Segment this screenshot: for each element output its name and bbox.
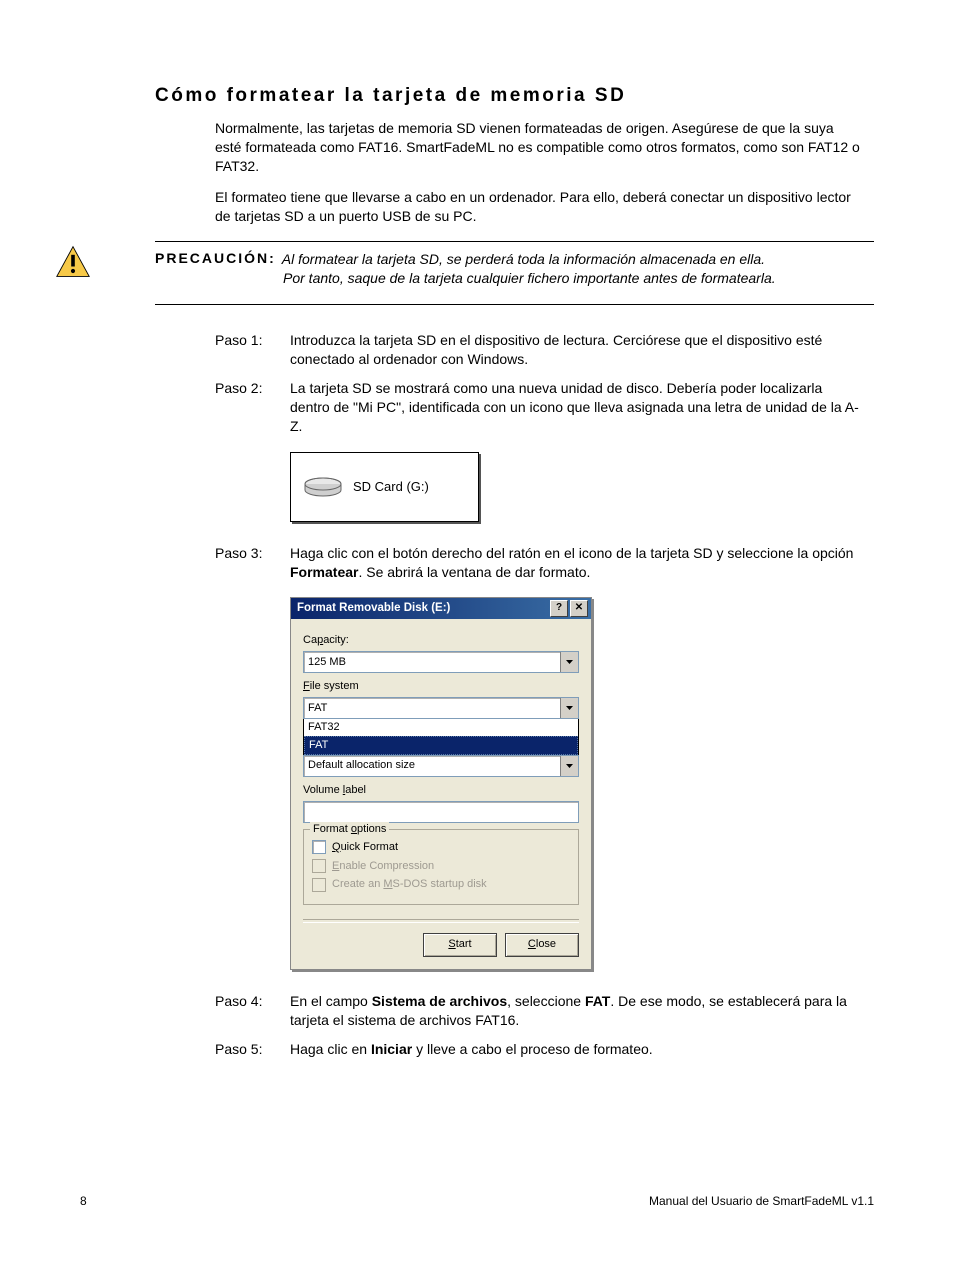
start-button[interactable]: Start	[423, 933, 497, 957]
dialog-separator	[303, 919, 579, 923]
step-3-label: Paso 3:	[215, 544, 290, 582]
step-2-text: La tarjeta SD se mostrará como una nueva…	[290, 379, 864, 436]
step-1-text: Introduzca la tarjeta SD en el dispositi…	[290, 331, 864, 369]
warning-icon	[55, 244, 91, 280]
filesystem-label: File system	[303, 679, 579, 694]
volume-label-input[interactable]	[303, 801, 579, 823]
step-3-text: Haga clic con el botón derecho del ratón…	[290, 544, 864, 582]
filesystem-dropdown-list[interactable]: FAT32 FAT	[303, 718, 579, 756]
capacity-combo[interactable]: 125 MB	[303, 651, 579, 673]
step-5-text: Haga clic en Iniciar y lleve a cabo el p…	[290, 1040, 864, 1059]
caution-rule-top	[155, 241, 874, 242]
sd-card-label: SD Card (G:)	[353, 478, 429, 496]
close-x-button[interactable]: ✕	[570, 600, 588, 617]
fs-option-fat32[interactable]: FAT32	[304, 719, 578, 736]
filesystem-value: FAT	[308, 701, 327, 716]
dropdown-arrow-icon[interactable]	[560, 756, 578, 776]
dropdown-arrow-icon[interactable]	[560, 698, 578, 718]
quick-format-checkbox[interactable]: Quick Format	[312, 840, 570, 855]
caution-text-2: Por tanto, saque de la tarjeta cualquier…	[283, 269, 864, 288]
step-4-label: Paso 4:	[215, 992, 290, 1030]
allocation-value: Default allocation size	[308, 758, 415, 773]
format-dialog: Format Removable Disk (E:) ? ✕ Capacity:…	[290, 597, 592, 970]
step-2-label: Paso 2:	[215, 379, 290, 436]
page-number: 8	[80, 1194, 87, 1208]
enable-compression-checkbox: Enable Compression	[312, 859, 570, 874]
capacity-label: Capacity:	[303, 633, 579, 648]
drive-icon	[303, 476, 343, 498]
msdos-startup-checkbox: Create an MS-DOS startup disk	[312, 877, 570, 892]
caution-rule-bottom	[155, 304, 874, 305]
intro-paragraph-2: El formateo tiene que llevarse a cabo en…	[215, 188, 864, 226]
step-4-text: En el campo Sistema de archivos, selecci…	[290, 992, 864, 1030]
step-1-label: Paso 1:	[215, 331, 290, 369]
help-button[interactable]: ?	[550, 600, 568, 617]
format-options-group: Format options Quick Format Enable Compr…	[303, 829, 579, 906]
volume-label-label: Volume label	[303, 783, 579, 798]
footer-doc-title: Manual del Usuario de SmartFadeML v1.1	[649, 1194, 874, 1208]
filesystem-combo[interactable]: FAT	[303, 697, 579, 719]
close-button[interactable]: Close	[505, 933, 579, 957]
fs-option-fat[interactable]: FAT	[304, 736, 578, 755]
caution-label: PRECAUCIÓN:	[155, 250, 276, 269]
intro-paragraph-1: Normalmente, las tarjetas de memoria SD …	[215, 119, 864, 176]
section-heading: Cómo formatear la tarjeta de memoria SD	[155, 85, 874, 107]
dropdown-arrow-icon[interactable]	[560, 652, 578, 672]
step-5-label: Paso 5:	[215, 1040, 290, 1059]
caution-text-1: Al formatear la tarjeta SD, se perderá t…	[282, 250, 765, 269]
sd-card-figure: SD Card (G:)	[290, 452, 479, 522]
capacity-value: 125 MB	[308, 655, 346, 670]
allocation-combo[interactable]: Default allocation size	[303, 755, 579, 777]
dialog-title: Format Removable Disk (E:)	[297, 601, 450, 617]
